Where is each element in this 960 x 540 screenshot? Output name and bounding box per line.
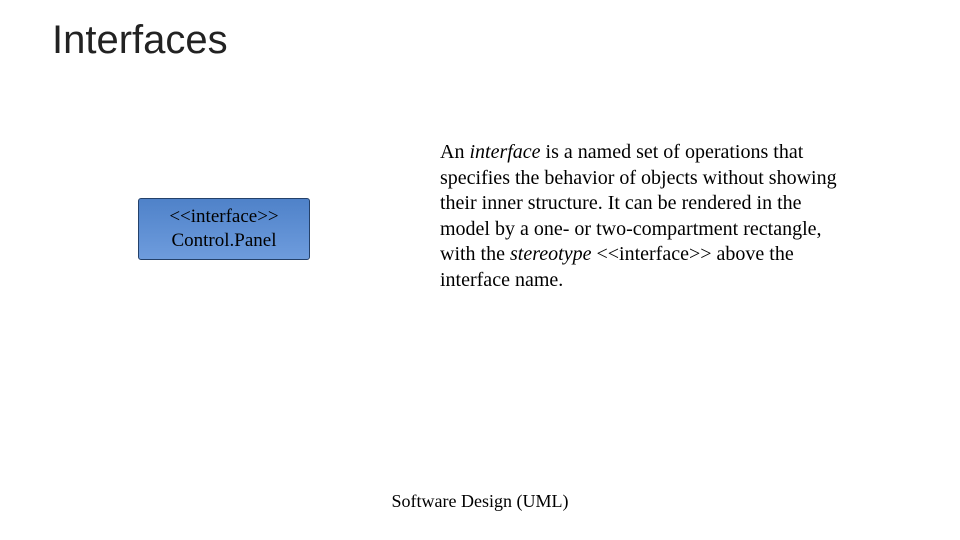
desc-text: An	[440, 141, 469, 163]
uml-stereotype-label: <<interface>>	[143, 205, 305, 229]
description-paragraph: An interface is a named set of operation…	[440, 140, 850, 294]
uml-interface-box: <<interface>> Control.Panel	[138, 198, 310, 260]
desc-italic-interface: interface	[469, 141, 540, 163]
slide-title: Interfaces	[52, 18, 228, 63]
slide-footer: Software Design (UML)	[0, 491, 960, 512]
uml-interface-name: Control.Panel	[143, 229, 305, 253]
desc-italic-stereotype: stereotype	[510, 243, 591, 265]
